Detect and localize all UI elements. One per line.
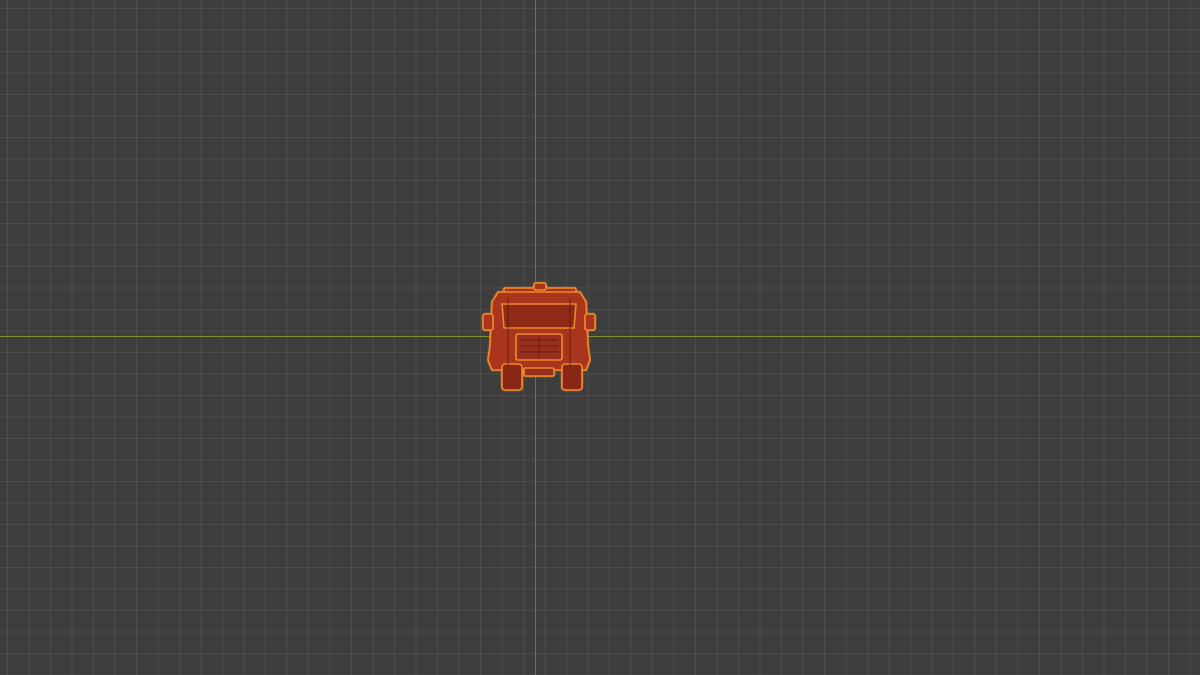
x-axis-line	[0, 336, 1200, 337]
selected-vehicle-object[interactable]	[478, 280, 598, 395]
3d-viewport[interactable]	[0, 0, 1200, 675]
truck-rear-view-icon	[482, 282, 596, 391]
